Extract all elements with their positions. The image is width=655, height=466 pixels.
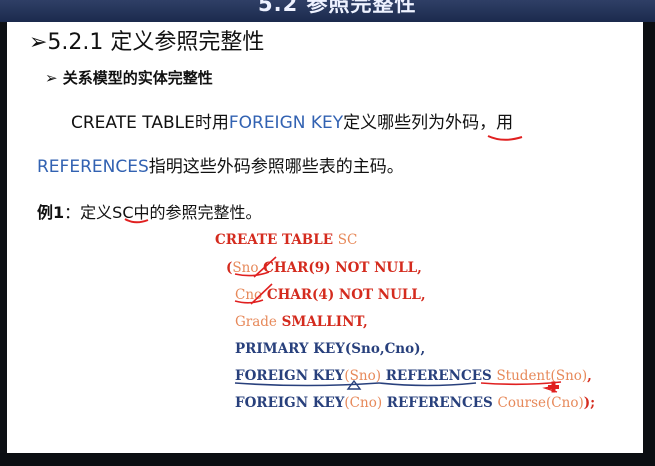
sql-code-block: CREATE TABLE SC (Sno CHAR(9) NOT NULL, C… xyxy=(7,22,643,453)
code-line-5: PRIMARY KEY(Sno,Cno), xyxy=(235,341,425,357)
code-line-2: (Sno CHAR(9) NOT NULL, xyxy=(226,260,422,276)
code-foreign-key-2: FOREIGN KEY xyxy=(235,395,345,411)
slide-canvas: ➢5.2.1 定义参照完整性 ➢ 关系模型的实体完整性 CREATE TABLE… xyxy=(7,22,643,453)
code-ref-student: Student(Sno) xyxy=(496,368,588,384)
code-line-4: Grade SMALLINT, xyxy=(235,314,368,330)
code-primary-key: PRIMARY KEY xyxy=(235,341,345,357)
code-fk2-col: (Cno) xyxy=(344,395,383,411)
code-grade-type: SMALLINT, xyxy=(276,314,368,330)
code-fk1-col: (Sno) xyxy=(344,368,382,384)
slide-header-strip: 5.2 参照完整性 xyxy=(0,0,655,22)
code-ref-course: Course(Cno) xyxy=(497,395,584,411)
code-foreign-key-1: FOREIGN KEY xyxy=(235,368,345,384)
code-table-name: SC xyxy=(337,232,358,248)
header-title: 5.2 参照完整性 xyxy=(258,0,417,16)
code-primary-args: (Sno,Cno), xyxy=(344,341,426,357)
code-line-6: FOREIGN KEY(Sno) REFERENCES Student(Sno)… xyxy=(235,368,592,384)
code-col-cno: Cno xyxy=(235,287,263,303)
code-line6-end: , xyxy=(587,368,592,384)
code-cno-type: CHAR(4) NOT NULL, xyxy=(262,287,426,303)
code-col-grade: Grade xyxy=(235,314,277,330)
bottom-frame xyxy=(0,453,655,466)
code-line7-end: ); xyxy=(583,395,596,411)
code-create-table: CREATE TABLE xyxy=(215,232,338,248)
code-sno-type: CHAR(9) NOT NULL, xyxy=(258,260,422,276)
code-references-2: REFERENCES xyxy=(382,395,498,411)
code-line-3: Cno CHAR(4) NOT NULL, xyxy=(235,287,426,303)
code-col-sno: Sno xyxy=(232,260,259,276)
code-line-7: FOREIGN KEY(Cno) REFERENCES Course(Cno))… xyxy=(235,395,595,411)
code-references-1: REFERENCES xyxy=(381,368,497,384)
right-frame xyxy=(643,22,655,466)
code-line-1: CREATE TABLE SC xyxy=(215,232,357,248)
